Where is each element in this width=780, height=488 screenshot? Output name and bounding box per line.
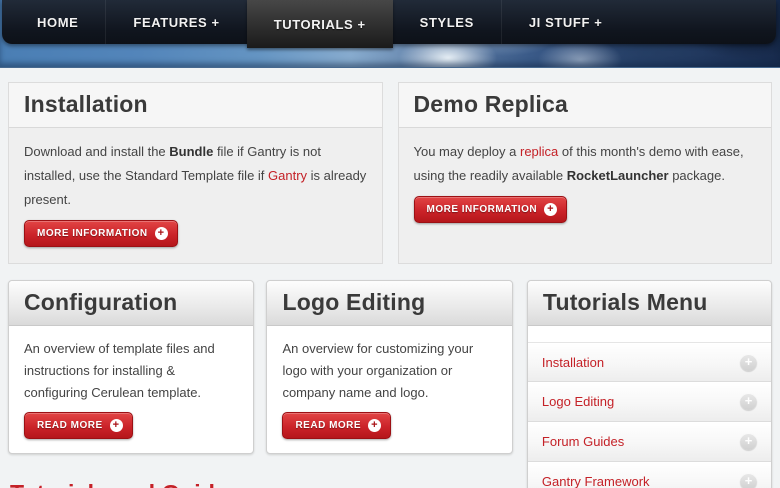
text-segment: You may deploy a bbox=[414, 144, 520, 159]
demo-replica-text: You may deploy a replica of this month's… bbox=[414, 140, 757, 188]
text-segment: Download and install the bbox=[24, 144, 169, 159]
configuration-panel: Configuration An overview of template fi… bbox=[8, 280, 254, 454]
menu-item-label: Forum Guides bbox=[542, 434, 624, 449]
nav-item-ji-stuff[interactable]: JI STUFF + bbox=[501, 0, 630, 44]
demo-replica-panel-header: Demo Replica bbox=[399, 83, 772, 128]
bottom-left-column: Configuration An overview of template fi… bbox=[8, 280, 513, 488]
page-content: Installation Download and install the Bu… bbox=[0, 68, 780, 488]
installation-panel-header: Installation bbox=[9, 83, 382, 128]
installation-text: Download and install the Bundle file if … bbox=[24, 140, 367, 212]
nav-item-styles[interactable]: STYLES bbox=[393, 0, 501, 44]
configuration-text: An overview of template files and instru… bbox=[24, 338, 238, 404]
main-navigation: HOME FEATURES + TUTORIALS + STYLES JI ST… bbox=[2, 0, 776, 44]
replica-link[interactable]: replica bbox=[520, 144, 558, 159]
plus-circle-icon: + bbox=[544, 203, 557, 216]
configuration-panel-header: Configuration bbox=[9, 281, 253, 326]
logo-editing-text: An overview for customizing your logo wi… bbox=[282, 338, 496, 404]
button-label: MORE INFORMATION bbox=[427, 204, 538, 215]
more-information-button[interactable]: MORE INFORMATION + bbox=[24, 220, 178, 247]
button-label: READ MORE bbox=[37, 420, 103, 431]
tutorials-menu-title: Tutorials Menu bbox=[543, 289, 708, 315]
read-more-button[interactable]: READ MORE + bbox=[24, 412, 133, 439]
menu-item-forum-guides[interactable]: Forum Guides + bbox=[528, 422, 771, 462]
installation-panel: Installation Download and install the Bu… bbox=[8, 82, 383, 264]
bottom-right-column: Tutorials Menu Installation + Logo Editi… bbox=[527, 280, 772, 488]
nav-item-home[interactable]: HOME bbox=[10, 0, 105, 44]
button-label: READ MORE bbox=[295, 420, 361, 431]
header-hero-image: HOME FEATURES + TUTORIALS + STYLES JI ST… bbox=[0, 0, 780, 68]
demo-replica-panel: Demo Replica You may deploy a replica of… bbox=[398, 82, 773, 264]
demo-replica-title: Demo Replica bbox=[414, 91, 569, 117]
installation-panel-body: Download and install the Bundle file if … bbox=[9, 128, 382, 263]
read-more-button[interactable]: READ MORE + bbox=[282, 412, 391, 439]
plus-circle-icon: + bbox=[740, 354, 757, 371]
configuration-panel-body: An overview of template files and instru… bbox=[9, 326, 253, 453]
logo-editing-panel: Logo Editing An overview for customizing… bbox=[266, 280, 512, 454]
menu-item-label: Logo Editing bbox=[542, 394, 614, 409]
installation-title: Installation bbox=[24, 91, 148, 117]
plus-circle-icon: + bbox=[155, 227, 168, 240]
section-heading: Tutorials and Guides bbox=[10, 480, 513, 488]
nav-item-tutorials[interactable]: TUTORIALS + bbox=[247, 0, 393, 48]
button-label: MORE INFORMATION bbox=[37, 228, 148, 239]
tutorials-menu-body: Installation + Logo Editing + Forum Guid… bbox=[528, 326, 771, 488]
plus-circle-icon: + bbox=[740, 473, 757, 488]
plus-circle-icon: + bbox=[110, 419, 123, 432]
configuration-title: Configuration bbox=[24, 289, 177, 315]
menu-item-installation[interactable]: Installation + bbox=[528, 342, 771, 382]
demo-replica-panel-body: You may deploy a replica of this month's… bbox=[399, 128, 772, 239]
menu-item-label: Gantry Framework bbox=[542, 474, 650, 488]
top-panels-row: Installation Download and install the Bu… bbox=[8, 82, 772, 264]
gantry-link[interactable]: Gantry bbox=[268, 168, 307, 183]
menu-item-gantry-framework[interactable]: Gantry Framework + bbox=[528, 462, 771, 488]
text-segment: package. bbox=[669, 168, 725, 183]
text-bold: RocketLauncher bbox=[567, 168, 669, 183]
tutorials-menu-header: Tutorials Menu bbox=[528, 281, 771, 326]
logo-editing-title: Logo Editing bbox=[282, 289, 425, 315]
logo-editing-panel-body: An overview for customizing your logo wi… bbox=[267, 326, 511, 453]
more-information-button[interactable]: MORE INFORMATION + bbox=[414, 196, 568, 223]
bottom-panels-row: Configuration An overview of template fi… bbox=[8, 280, 772, 488]
plus-circle-icon: + bbox=[368, 419, 381, 432]
plus-circle-icon: + bbox=[740, 433, 757, 450]
tutorials-menu-panel: Tutorials Menu Installation + Logo Editi… bbox=[527, 280, 772, 488]
plus-circle-icon: + bbox=[740, 393, 757, 410]
text-bold: Bundle bbox=[169, 144, 213, 159]
menu-item-label: Installation bbox=[542, 355, 604, 370]
logo-editing-panel-header: Logo Editing bbox=[267, 281, 511, 326]
nav-item-features[interactable]: FEATURES + bbox=[105, 0, 246, 44]
menu-item-logo-editing[interactable]: Logo Editing + bbox=[528, 382, 771, 422]
article-cards: Configuration An overview of template fi… bbox=[8, 280, 513, 454]
